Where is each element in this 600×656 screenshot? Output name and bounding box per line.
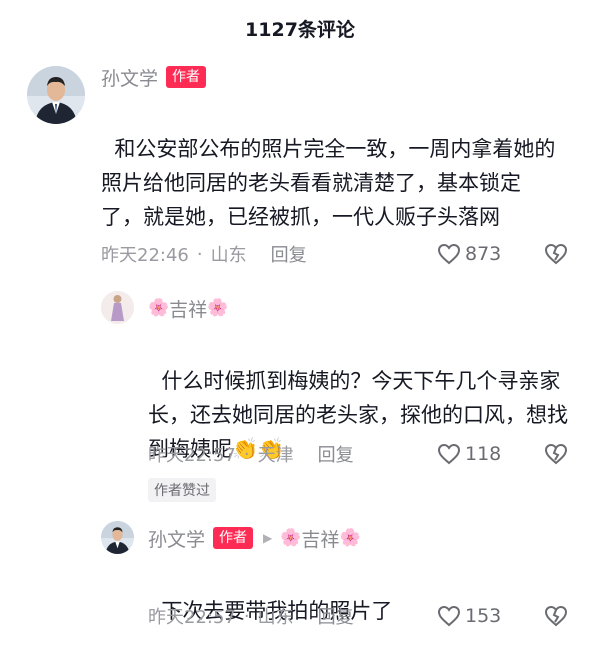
- broken-heart-icon[interactable]: [543, 442, 569, 466]
- location: 山东: [210, 245, 247, 266]
- heart-icon: [437, 443, 461, 465]
- location: 天津: [257, 445, 294, 466]
- avatar[interactable]: [101, 291, 134, 324]
- comment-count-title: 1127条评论: [245, 18, 355, 41]
- separator: ·: [243, 443, 250, 465]
- flower-icon: 🌸: [148, 298, 170, 318]
- username[interactable]: 吉祥: [169, 295, 207, 322]
- flower-icon: 🌸: [207, 298, 229, 318]
- broken-heart-icon[interactable]: [543, 604, 569, 628]
- username[interactable]: 孙文学: [148, 525, 205, 552]
- comment-text: 和公安部公布的照片完全一致，一周内拿着她的照片给他同居的老头看看就清楚了，基本锁…: [101, 98, 561, 234]
- reply-meta: 昨天22:57 · 山东 回复: [148, 603, 354, 629]
- like-count: 153: [465, 605, 502, 627]
- separator: ·: [243, 605, 250, 627]
- timestamp: 昨天22:46: [101, 245, 189, 266]
- timestamp: 昨天22:57: [148, 445, 236, 466]
- like-count: 873: [465, 243, 502, 265]
- heart-icon: [437, 243, 461, 265]
- author-liked-badge: 作者赞过: [148, 478, 216, 502]
- avatar[interactable]: [101, 521, 134, 554]
- flower-icon: 🌸: [339, 528, 361, 548]
- like-button[interactable]: 153: [437, 604, 501, 628]
- like-count: 118: [465, 443, 502, 465]
- reply-button[interactable]: 回复: [271, 241, 307, 267]
- heart-icon: [437, 605, 461, 627]
- comment-body: 和公安部公布的照片完全一致，一周内拿着她的照片给他同居的老头看看就清楚了，基本锁…: [101, 137, 556, 229]
- author-badge: 作者: [166, 66, 207, 88]
- comment-meta: 昨天22:46 · 山东 回复: [101, 241, 307, 267]
- username[interactable]: 孙文学: [101, 64, 158, 91]
- separator: ·: [196, 243, 203, 265]
- comments-header: 1127条评论: [0, 0, 600, 56]
- avatar[interactable]: [27, 66, 85, 124]
- man-portrait-icon: [101, 521, 134, 554]
- timestamp: 昨天22:57: [148, 607, 236, 628]
- reply-to-username[interactable]: 吉祥: [301, 525, 339, 552]
- comment-author-row: 孙文学 作者: [101, 63, 207, 91]
- flower-icon: 🌸: [280, 528, 302, 548]
- reply-meta: 昨天22:57 · 天津 回复: [148, 441, 354, 467]
- like-button[interactable]: 873: [437, 242, 501, 266]
- man-portrait-icon: [27, 66, 85, 124]
- woman-figure-icon: [101, 291, 134, 324]
- like-button[interactable]: 118: [437, 442, 501, 466]
- reply-arrow-icon: ▶: [263, 531, 273, 545]
- reply-button[interactable]: 回复: [318, 603, 354, 629]
- location: 山东: [257, 607, 294, 628]
- reply-button[interactable]: 回复: [318, 441, 354, 467]
- reply-author-row: 🌸 吉祥 🌸: [148, 294, 228, 322]
- broken-heart-icon[interactable]: [543, 242, 569, 266]
- author-badge: 作者: [213, 527, 254, 549]
- reply-author-row: 孙文学 作者 ▶ 🌸 吉祥 🌸: [148, 524, 361, 552]
